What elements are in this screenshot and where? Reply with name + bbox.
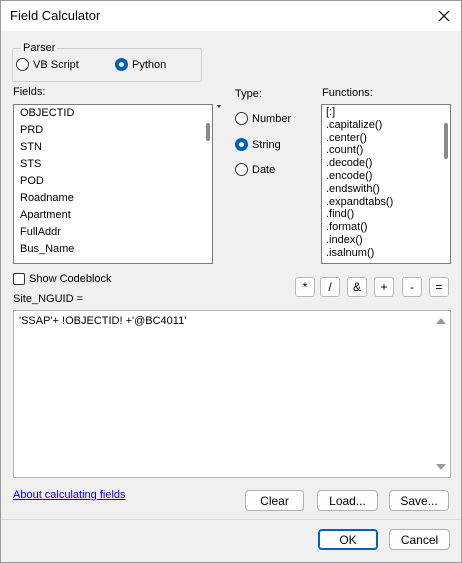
footer-divider <box>1 519 461 520</box>
type-string-label: String <box>252 138 281 151</box>
radio-unselected-icon <box>16 58 29 71</box>
show-codeblock-checkbox[interactable]: Show Codeblock <box>13 273 112 285</box>
operator-multiply-button[interactable]: * <box>295 277 315 297</box>
functions-items: [:] .capitalize() .center() .count() .decode… <box>322 105 450 260</box>
function-list-item[interactable]: .count() <box>322 144 450 157</box>
type-label: Type: <box>235 88 262 100</box>
cancel-button[interactable]: Cancel <box>389 529 450 550</box>
radio-unselected-icon <box>235 112 248 125</box>
radio-unselected-icon <box>235 163 248 176</box>
functions-list[interactable]: [:] .capitalize() .center() .count() .decode… <box>321 104 451 264</box>
expression-text: 'SSAP'+ !OBJECTID! +'@BC4011' <box>19 315 187 327</box>
function-list-item[interactable]: .capitalize() <box>322 119 450 132</box>
field-list-item[interactable]: PRD <box>14 122 212 139</box>
ok-button[interactable]: OK <box>318 529 378 550</box>
type-string-radio[interactable]: String <box>235 138 281 151</box>
type-date-radio[interactable]: Date <box>235 163 275 176</box>
clear-button[interactable]: Clear <box>245 490 304 511</box>
field-list-item[interactable]: STN <box>14 139 212 156</box>
operator-minus-button[interactable]: - <box>402 277 422 297</box>
field-calculator-dialog: Field Calculator Parser VB Script Python… <box>0 0 462 563</box>
save-button[interactable]: Save... <box>389 490 449 511</box>
scroll-down-icon[interactable] <box>436 464 446 470</box>
operator-divide-button[interactable]: / <box>320 277 340 297</box>
operator-ampersand-button[interactable]: & <box>347 277 367 297</box>
type-number-radio[interactable]: Number <box>235 112 291 125</box>
target-field-label: Site_NGUID = <box>13 293 83 305</box>
fields-scrollbar[interactable] <box>206 123 210 141</box>
field-list-item[interactable]: OBJECTID <box>14 105 212 122</box>
function-list-item[interactable]: .find() <box>322 208 450 221</box>
function-list-item[interactable]: .center() <box>322 132 450 145</box>
field-list-item[interactable]: Bus_Name <box>14 241 212 258</box>
title-bar: Field Calculator <box>1 1 461 31</box>
about-calculating-fields-link[interactable]: About calculating fields <box>13 489 126 501</box>
functions-label: Functions: <box>322 87 373 99</box>
fields-dropdown-arrow-icon[interactable] <box>217 105 221 108</box>
operator-plus-button[interactable]: + <box>374 277 394 297</box>
show-codeblock-label: Show Codeblock <box>29 273 112 285</box>
close-icon <box>438 10 450 22</box>
field-list-item[interactable]: Roadname <box>14 190 212 207</box>
expression-textarea[interactable]: 'SSAP'+ !OBJECTID! +'@BC4011' <box>13 310 451 478</box>
function-list-item[interactable]: .decode() <box>322 157 450 170</box>
parser-vbscript-radio[interactable]: VB Script <box>16 58 79 71</box>
field-list-item[interactable]: FullAddr <box>14 224 212 241</box>
operator-equals-button[interactable]: = <box>429 277 449 297</box>
parser-group-label: Parser <box>21 42 58 54</box>
scroll-up-icon[interactable] <box>436 318 446 324</box>
function-list-item[interactable]: [:] <box>322 106 450 119</box>
function-list-item[interactable]: .expandtabs() <box>322 196 450 209</box>
close-button[interactable] <box>431 3 457 29</box>
parser-vbscript-label: VB Script <box>33 58 79 71</box>
function-list-item[interactable]: .format() <box>322 221 450 234</box>
type-number-label: Number <box>252 112 292 125</box>
function-list-item[interactable]: .isalnum() <box>322 247 450 260</box>
load-button[interactable]: Load... <box>317 490 378 511</box>
fields-label: Fields: <box>13 86 46 98</box>
parser-python-radio[interactable]: Python <box>115 58 166 71</box>
field-list-item[interactable]: Apartment <box>14 207 212 224</box>
checkbox-unchecked-icon <box>13 273 25 285</box>
parser-python-label: Python <box>132 58 167 71</box>
type-date-label: Date <box>252 163 276 176</box>
function-list-item[interactable]: .encode() <box>322 170 450 183</box>
field-list-item[interactable]: POD <box>14 173 212 190</box>
window-title: Field Calculator <box>10 8 101 23</box>
function-list-item[interactable]: .index() <box>322 234 450 247</box>
fields-list[interactable]: OBJECTID PRD STN STS POD Roadname Apartment Ful… <box>13 104 213 264</box>
field-list-item[interactable]: STS <box>14 156 212 173</box>
functions-scrollbar[interactable] <box>444 123 448 159</box>
radio-selected-icon <box>115 58 128 71</box>
radio-selected-icon <box>235 138 248 151</box>
fields-items: OBJECTID PRD STN STS POD Roadname Apartment Ful… <box>14 105 212 258</box>
function-list-item[interactable]: .endswith() <box>322 183 450 196</box>
